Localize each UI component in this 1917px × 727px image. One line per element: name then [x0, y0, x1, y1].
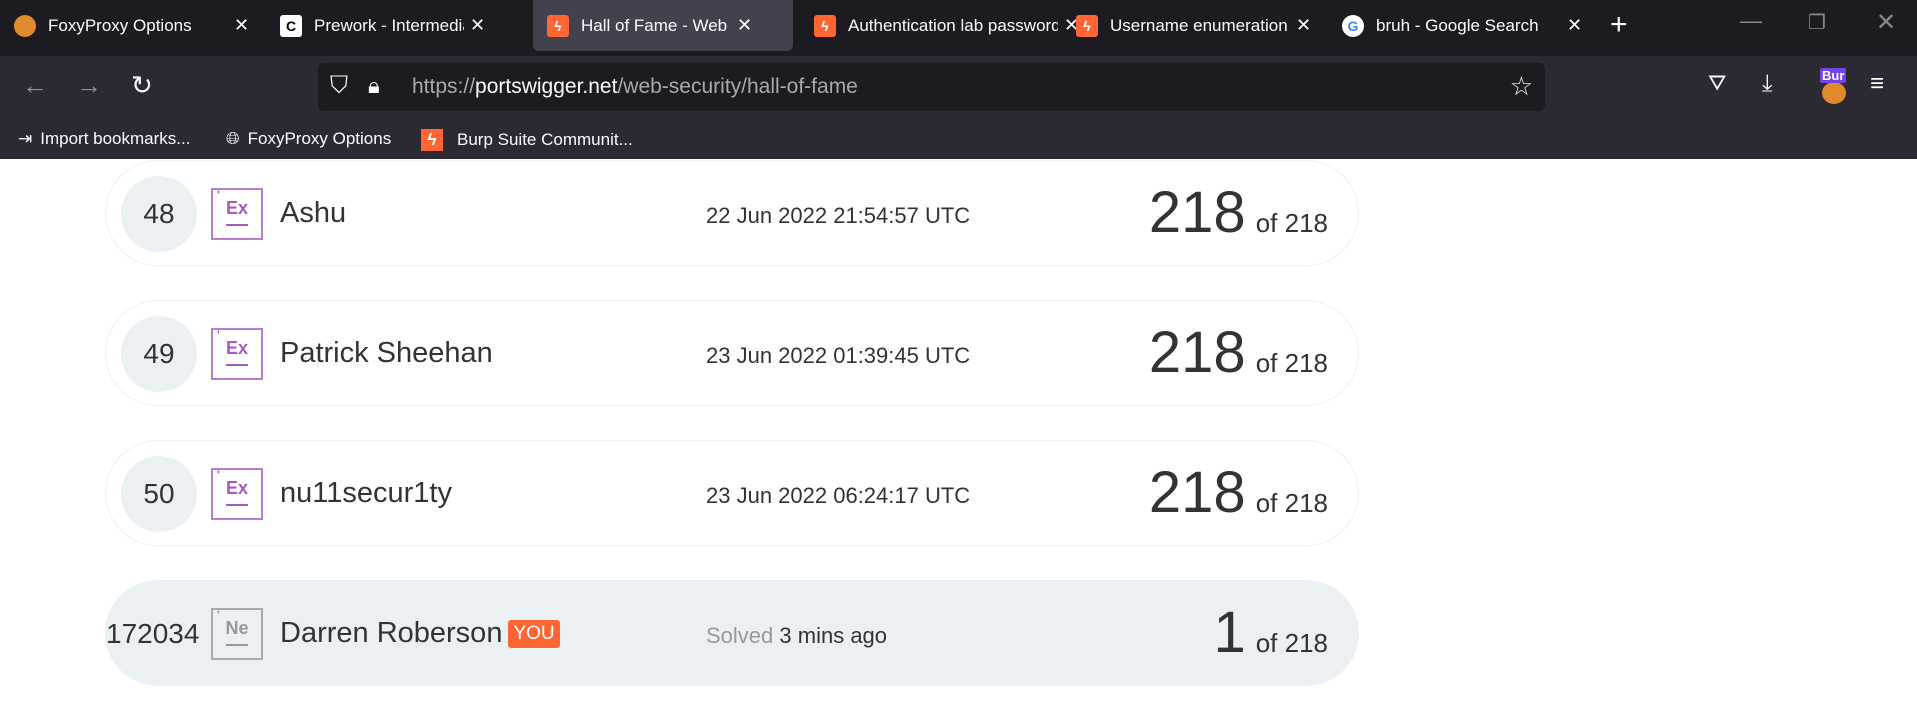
forward-button[interactable]: → [76, 70, 102, 101]
rank: 48 [121, 176, 197, 252]
shield-icon[interactable]: ⛉ [330, 72, 348, 100]
bookmark-label: Burp Suite Communit... [457, 130, 633, 149]
timestamp: 23 Jun 2022 06:24:17 UTC [706, 483, 971, 508]
globe-icon: 🌐︎ [226, 129, 240, 148]
foxyproxy-extension-icon[interactable]: Bur [1818, 68, 1848, 104]
codepath-icon: C [280, 14, 302, 37]
download-icon[interactable]: ⤓ [1762, 70, 1773, 98]
close-icon[interactable]: ✕ [234, 15, 249, 36]
rank: 172034 [106, 618, 200, 649]
restore-button[interactable]: ❐ [1808, 10, 1826, 35]
tab-auth-lab[interactable]: ϟ Authentication lab passwords ✕ [800, 0, 1079, 51]
menu-icon[interactable]: ≡ [1870, 70, 1884, 98]
tab-title: bruh - Google Search [1376, 15, 1539, 35]
you-badge: YOU [508, 620, 560, 648]
expert-badge-icon: Ex [211, 328, 263, 380]
leaderboard-row: 50 Ex nu11secur1ty 23 Jun 2022 06:24:17 … [105, 440, 1359, 546]
import-icon: ⇥ [18, 129, 33, 148]
minimize-button[interactable]: — [1740, 8, 1762, 34]
leaderboard-row: 48 Ex Ashu 22 Jun 2022 21:54:57 UTC 218o… [105, 160, 1359, 266]
score: 218 of 218 [1148, 460, 1328, 525]
rank: 49 [121, 316, 197, 392]
close-icon[interactable]: ✕ [1296, 15, 1311, 36]
tab-google[interactable]: Gbruh - Google Search ✕ [1328, 0, 1582, 51]
close-icon[interactable]: ✕ [737, 15, 752, 36]
close-window-button[interactable]: ✕ [1876, 8, 1896, 37]
back-button[interactable]: ← [22, 70, 48, 101]
score: 218 of 218 [1148, 320, 1328, 385]
burp-icon: ϟ [421, 129, 443, 151]
newbie-badge-icon: Ne [211, 608, 263, 660]
reload-button[interactable]: ↻ [131, 70, 153, 101]
tab-title: Hall of Fame - Web Security [581, 15, 731, 35]
close-icon[interactable]: ✕ [470, 15, 485, 36]
bookmark-foxyproxy[interactable]: 🌐︎ FoxyProxy Options [226, 129, 391, 149]
tab-prework[interactable]: C Prework - Intermediate ✕ [266, 0, 485, 51]
expert-badge-icon: Ex [211, 188, 263, 240]
bookmark-import[interactable]: ⇥ Import bookmarks... [18, 129, 190, 149]
rank: 50 [121, 456, 197, 532]
lock-icon[interactable]: 🔒︎ [368, 73, 380, 99]
solved-time: Solved 3 mins ago [706, 623, 888, 648]
burp-icon: ϟ [814, 14, 836, 37]
tab-hall-of-fame[interactable]: ϟ Hall of Fame - Web Security ✕ [533, 0, 793, 51]
bookmark-label: FoxyProxy Options [247, 129, 392, 148]
leaderboard-row: 49 Ex Patrick Sheehan 23 Jun 2022 01:39:… [105, 300, 1359, 406]
timestamp: 22 Jun 2022 21:54:57 UTC [706, 203, 971, 228]
url-bar[interactable]: ⛉ 🔒︎ https://portswigger.net/web-securit… [318, 63, 1545, 111]
tab-username-enum[interactable]: ϟ Username enumeration ✕ [1062, 0, 1311, 51]
score: 218 of 218 [1148, 180, 1328, 245]
tab-bar: FoxyProxy Options ✕ C Prework - Intermedia… [0, 0, 1917, 56]
google-icon: G [1342, 14, 1364, 37]
bookmark-burp[interactable]: ϟ Burp Suite Communit... [421, 129, 633, 151]
bookmark-star-icon[interactable]: ☆ [1510, 71, 1533, 102]
pocket-icon[interactable]: ⛛ [1708, 70, 1726, 96]
extension-badge: Bur [1820, 68, 1847, 83]
bookmarks-bar: ⇥ Import bookmarks... 🌐︎ FoxyProxy Options… [0, 120, 1917, 159]
user-name[interactable]: Ashu [280, 197, 346, 230]
user-name[interactable]: Patrick Sheehan [280, 337, 493, 370]
expert-badge-icon: Ex [211, 468, 263, 520]
burp-icon: ϟ [1076, 14, 1098, 37]
tab-foxyproxy[interactable]: FoxyProxy Options ✕ [0, 0, 249, 51]
bookmark-label: Import bookmarks... [40, 129, 191, 148]
tab-title: FoxyProxy Options [48, 15, 192, 35]
nav-bar: ← → ↻ ⛉ 🔒︎ https://portswigger.net/web-s… [0, 56, 1917, 120]
burp-icon: ϟ [547, 14, 569, 37]
new-tab-button[interactable]: + [1610, 8, 1628, 42]
user-name[interactable]: Darren Roberson YOU [280, 617, 560, 650]
foxyproxy-icon [14, 14, 36, 37]
tab-title: Authentication lab passwords [848, 15, 1058, 35]
tab-title: Prework - Intermediate [314, 15, 464, 35]
timestamp: 23 Jun 2022 01:39:45 UTC [706, 343, 971, 368]
user-name[interactable]: nu11secur1ty [280, 477, 452, 510]
url-text[interactable]: https://portswigger.net/web-security/hal… [412, 75, 858, 99]
close-icon[interactable]: ✕ [1567, 15, 1582, 36]
score: 1 of 218 [1213, 600, 1328, 665]
my-leaderboard-row: 172034 Ne Darren RobersonYOU Solved 3 mi… [105, 580, 1359, 686]
tab-title: Username enumeration [1110, 15, 1288, 35]
